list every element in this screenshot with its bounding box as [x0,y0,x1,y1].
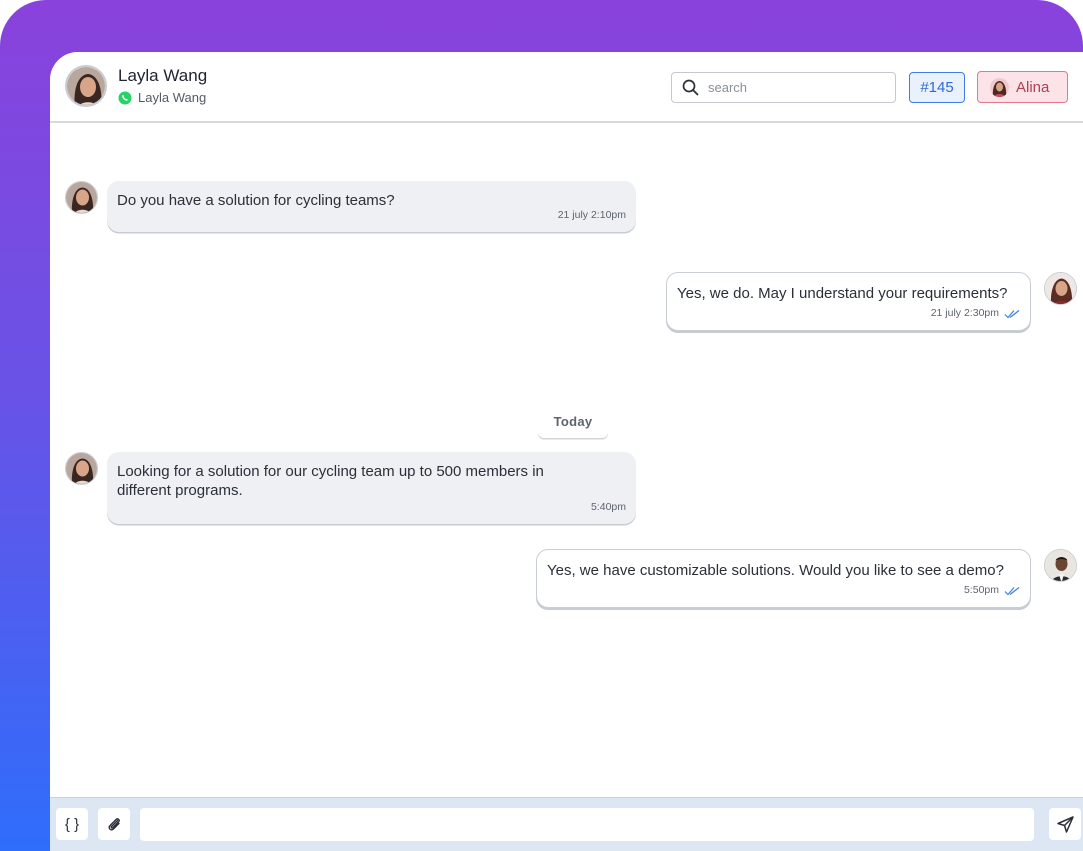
attach-button[interactable] [98,808,130,840]
contact-message-avatar [65,181,98,214]
message-time: 21 july 2:30pm [931,304,1020,323]
message-text: Yes, we do. May I understand your requir… [677,285,1008,302]
ticket-badge[interactable]: #145 [909,72,965,103]
paperclip-icon [108,818,120,831]
assigned-agent-button[interactable]: Alina [977,71,1068,103]
contact-name: Layla Wang [118,66,208,85]
contact-avatar[interactable] [65,65,107,107]
message-time: 5:40pm [591,498,626,517]
message-text: Do you have a solution for cycling teams… [117,192,395,209]
whatsapp-icon [118,91,132,104]
message-text: Looking for a solution for our cycling t… [117,463,544,499]
search-icon [682,79,699,96]
agent-avatar [990,77,1009,97]
agent-message-avatar [1044,549,1077,582]
send-button[interactable] [1049,808,1081,840]
message-time: 5:50pm [964,581,1020,600]
message-composer: { } [50,797,1083,851]
message-timestamp: 21 july 2:30pm [930,307,999,319]
contact-channel: Layla Wang [118,90,206,105]
message-input[interactable] [140,808,1034,841]
variables-button[interactable]: { } [56,808,88,840]
double-check-icon [1004,309,1020,318]
message-bubble-incoming[interactable]: Looking for a solution for our cycling t… [107,452,636,524]
message-bubble-outgoing[interactable]: Yes, we do. May I understand your requir… [666,272,1031,331]
message-timestamp: 5:40pm [590,501,626,513]
date-divider: Today [538,404,608,438]
contact-channel-name: Layla Wang [138,90,207,105]
message-timestamp: 21 july 2:10pm [557,209,626,221]
send-icon [1056,815,1074,833]
double-check-icon [1004,586,1020,595]
search-box[interactable] [671,72,896,103]
chat-header: Layla Wang Layla Wang #145 [50,52,1083,123]
search-input[interactable] [708,80,878,95]
contact-message-avatar [65,452,98,485]
message-bubble-outgoing[interactable]: Yes, we have customizable solutions. Wou… [536,549,1031,608]
chat-window: Layla Wang Layla Wang #145 [50,52,1083,851]
message-time: 21 july 2:10pm [558,206,626,225]
agent-name: Alina [1016,78,1050,96]
agent-message-avatar [1044,272,1077,305]
message-bubble-incoming[interactable]: Do you have a solution for cycling teams… [107,181,636,232]
message-text: Yes, we have customizable solutions. Wou… [547,562,1004,579]
message-timestamp: 5:50pm [963,584,999,596]
